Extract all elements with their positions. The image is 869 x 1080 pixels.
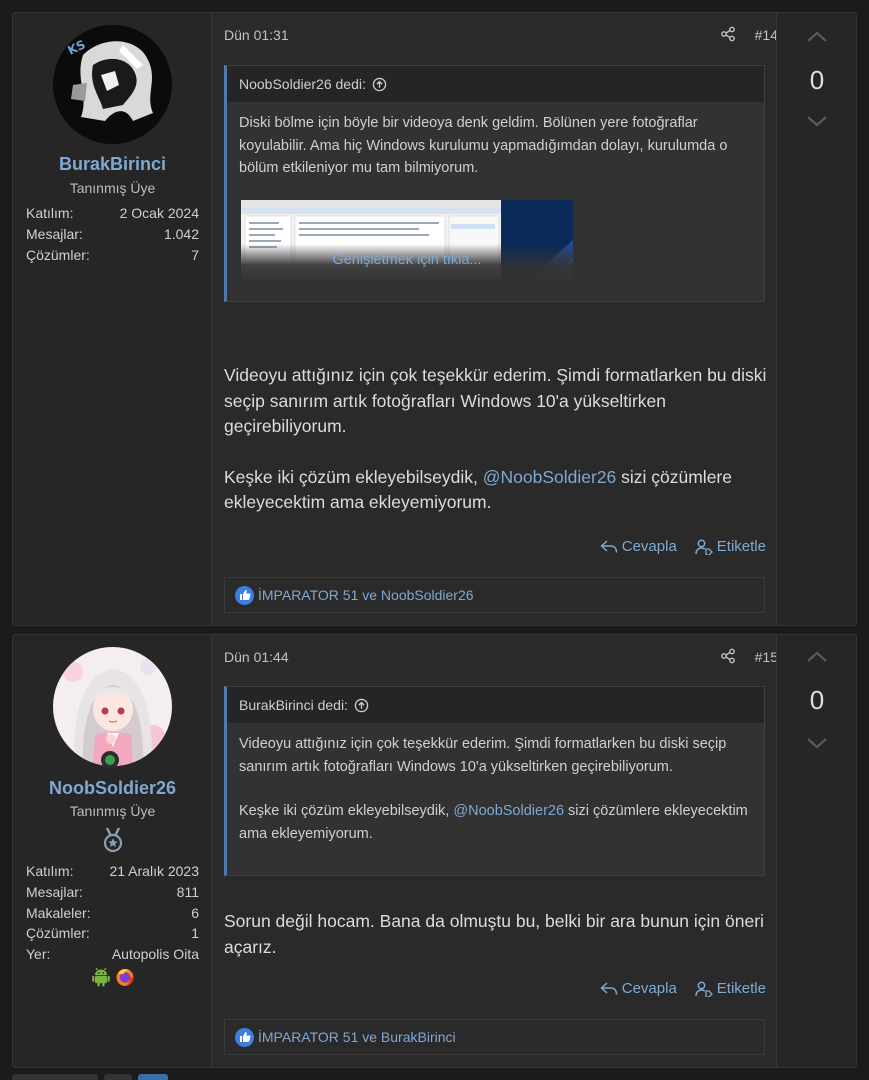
medal-icon[interactable]	[102, 827, 124, 853]
vote-count: 0	[809, 65, 825, 95]
post-body: Videoyu attığınız için çok teşekkür eder…	[224, 363, 769, 516]
chevron-down-icon[interactable]	[805, 113, 829, 129]
post-paragraph: Sorun değil hocam. Bana da olmuştu bu, b…	[224, 911, 764, 957]
stat-articles: Makaleler: 6	[26, 904, 199, 921]
pagination-button[interactable]	[12, 1074, 98, 1080]
thumbs-up-icon	[235, 585, 254, 605]
stat-messages: Mesajlar: 811	[26, 883, 199, 900]
reactions-text[interactable]: İMPARATOR 51 ve NoobSoldier26	[258, 587, 474, 603]
pagination-strip	[12, 1074, 168, 1080]
username[interactable]: NoobSoldier26	[13, 778, 212, 799]
user-tag-icon	[695, 539, 713, 555]
firefox-icon	[116, 969, 134, 986]
user-info-panel: NoobSoldier26 Tanınmış Üye Katılım: 21 Ar…	[13, 635, 212, 1067]
stat-joined: Katılım: 21 Aralık 2023	[26, 863, 199, 879]
chevron-up-icon[interactable]	[805, 649, 829, 665]
android-icon	[92, 967, 110, 987]
reply-icon	[600, 539, 617, 553]
vote-count: 0	[809, 685, 825, 715]
post-actions: Cevapla Etiketle	[600, 980, 766, 997]
post-date[interactable]: Dün 01:31	[224, 27, 289, 43]
vote-panel: 0	[776, 13, 856, 625]
quote-header[interactable]: NoobSoldier26 dedi:	[227, 66, 764, 102]
reactions-bar[interactable]: İMPARATOR 51 ve NoobSoldier26	[224, 577, 765, 613]
user-tag-icon	[695, 981, 713, 997]
post-14: KS BurakBirinci Tanınmış Üye Katılım: 2 O…	[12, 12, 857, 626]
arrow-circle-up-icon[interactable]	[372, 77, 387, 92]
quote-text: Diski bölme için böyle bir videoya denk …	[239, 115, 728, 176]
share-icon[interactable]	[720, 648, 736, 664]
quote-author[interactable]: NoobSoldier26 dedi:	[239, 76, 366, 92]
online-status-icon	[101, 751, 119, 769]
reactions-text[interactable]: İMPARATOR 51 ve BurakBirinci	[258, 1029, 456, 1045]
share-icon[interactable]	[720, 26, 736, 42]
user-title: Tanınmış Üye	[69, 803, 156, 819]
video-thumbnail[interactable]: Genişletmek için tıkla...	[241, 200, 573, 282]
arrow-circle-up-icon[interactable]	[354, 698, 369, 713]
stat-location: Yer: Autopolis Oita	[26, 946, 199, 963]
post-15: NoobSoldier26 Tanınmış Üye Katılım: 21 Ar…	[12, 634, 857, 1068]
device-icons	[91, 967, 135, 987]
chevron-down-icon[interactable]	[805, 735, 829, 751]
post-number[interactable]: #15	[755, 649, 778, 665]
user-stats: Katılım: 2 Ocak 2024 Mesajlar: 1.042 Çözüm…	[26, 203, 199, 265]
vote-panel: 0	[776, 635, 856, 1067]
post-content: Dün 01:44 #15 BurakBirinci dedi: Videoyu…	[212, 635, 778, 1067]
quote-block: BurakBirinci dedi: Videoyu attığınız içi…	[224, 686, 765, 876]
post-content: Dün 01:31 #14 NoobSoldier26 dedi: Diski …	[212, 13, 778, 625]
post-body: Sorun değil hocam. Bana da olmuştu bu, b…	[224, 909, 769, 960]
expand-quote-link[interactable]: Genişletmek için tıkla...	[241, 244, 573, 282]
stat-solutions: Çözümler: 7	[26, 246, 199, 263]
quote-author[interactable]: BurakBirinci dedi:	[239, 697, 348, 713]
user-mention-link[interactable]: @NoobSoldier26	[483, 467, 617, 487]
quote-header[interactable]: BurakBirinci dedi:	[227, 687, 764, 723]
username[interactable]: BurakBirinci	[13, 154, 212, 175]
reply-button[interactable]: Cevapla	[600, 980, 677, 997]
pagination-button[interactable]	[104, 1074, 132, 1080]
post-paragraph: Videoyu attığınız için çok teşekkür eder…	[224, 365, 767, 436]
quote-text: Videoyu attığınız için çok teşekkür eder…	[239, 736, 748, 842]
user-title: Tanınmış Üye	[69, 180, 156, 196]
user-info-panel: KS BurakBirinci Tanınmış Üye Katılım: 2 O…	[13, 13, 212, 625]
post-paragraph: Keşke iki çözüm ekleyebilseydik, @NoobSo…	[224, 466, 732, 513]
post-date[interactable]: Dün 01:44	[224, 649, 289, 665]
reactions-bar[interactable]: İMPARATOR 51 ve BurakBirinci	[224, 1019, 765, 1055]
reply-button[interactable]: Cevapla	[600, 538, 677, 555]
chevron-up-icon[interactable]	[805, 29, 829, 45]
post-header: Dün 01:31 #14	[224, 25, 778, 47]
post-header: Dün 01:44 #15	[224, 647, 778, 669]
stat-joined: Katılım: 2 Ocak 2024	[26, 205, 199, 221]
tag-button[interactable]: Etiketle	[695, 538, 766, 555]
post-number[interactable]: #14	[755, 27, 778, 43]
reply-icon	[600, 981, 617, 995]
stat-messages: Mesajlar: 1.042	[26, 225, 199, 242]
user-stats: Katılım: 21 Aralık 2023 Mesajlar: 811 Maka…	[26, 861, 199, 965]
avatar[interactable]	[53, 647, 172, 766]
user-mention-link[interactable]: @NoobSoldier26	[453, 803, 564, 819]
tag-button[interactable]: Etiketle	[695, 980, 766, 997]
post-actions: Cevapla Etiketle	[600, 538, 766, 555]
thumbs-up-icon	[235, 1027, 254, 1047]
avatar[interactable]: KS	[53, 25, 172, 144]
pagination-current[interactable]	[138, 1074, 168, 1080]
stat-solutions: Çözümler: 1	[26, 925, 199, 942]
quote-block: NoobSoldier26 dedi: Diski bölme için böy…	[224, 65, 765, 302]
